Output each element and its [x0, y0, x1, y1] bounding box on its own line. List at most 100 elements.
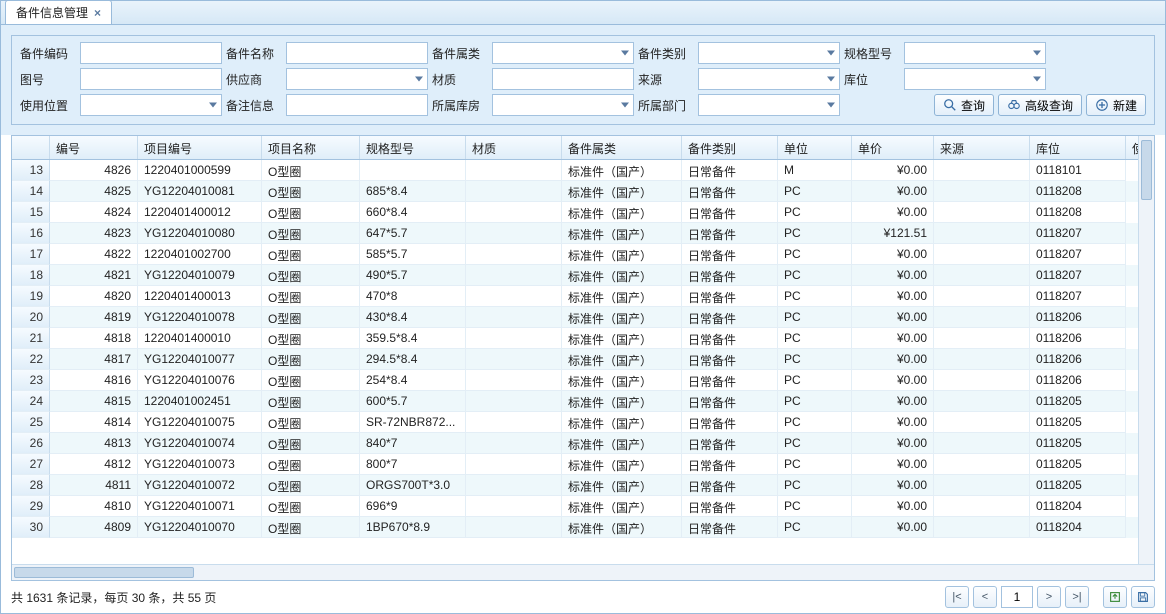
record-summary: 共 1631 条记录，每页 30 条，共 55 页	[11, 589, 216, 606]
cell: 0118101	[1030, 160, 1126, 181]
col-material[interactable]: 材质	[466, 136, 562, 159]
cell: 30	[12, 517, 50, 538]
page-prev-button[interactable]: <	[973, 586, 997, 608]
cell: O型圈	[262, 412, 360, 433]
cell: 359.5*8.4	[360, 328, 466, 349]
col-loc[interactable]: 库位	[1030, 136, 1126, 159]
vertical-scroll-thumb[interactable]	[1141, 140, 1152, 200]
horizontal-scroll-thumb[interactable]	[14, 567, 194, 578]
combo-supplier[interactable]	[286, 68, 428, 90]
input-remark[interactable]	[286, 94, 428, 116]
input-drawing[interactable]	[80, 68, 222, 90]
cell: 标准件（国产）	[562, 349, 682, 370]
horizontal-scrollbar[interactable]	[12, 564, 1154, 580]
cell	[466, 265, 562, 286]
combo-dept[interactable]	[698, 94, 840, 116]
cell: 日常备件	[682, 517, 778, 538]
cell: 日常备件	[682, 160, 778, 181]
table-row[interactable]: 234816YG12204010076O型圈254*8.4标准件（国产）日常备件…	[12, 370, 1154, 391]
col-source[interactable]: 来源	[934, 136, 1030, 159]
col-rownum[interactable]	[12, 136, 50, 159]
cell: 23	[12, 370, 50, 391]
input-name[interactable]	[286, 42, 428, 64]
col-attr[interactable]: 备件属类	[562, 136, 682, 159]
adv-search-button[interactable]: 高级查询	[998, 94, 1082, 116]
search-button[interactable]: 查询	[934, 94, 994, 116]
combo-loc[interactable]	[904, 68, 1046, 90]
cell: 0118204	[1030, 517, 1126, 538]
cell: 0118204	[1030, 496, 1126, 517]
cell: O型圈	[262, 202, 360, 223]
cell: ¥121.51	[852, 223, 934, 244]
table-row[interactable]: 294810YG12204010071O型圈696*9标准件（国产）日常备件PC…	[12, 496, 1154, 517]
table-row[interactable]: 2448151220401002451O型圈600*5.7标准件（国产）日常备件…	[12, 391, 1154, 412]
table-row[interactable]: 284811YG12204010072O型圈ORGS700T*3.0标准件（国产…	[12, 475, 1154, 496]
table-row[interactable]: 1348261220401000599O型圈标准件（国产）日常备件M¥0.000…	[12, 160, 1154, 181]
label-drawing: 图号	[20, 71, 76, 88]
cell: 4816	[50, 370, 138, 391]
cell	[934, 328, 1030, 349]
cell: 585*5.7	[360, 244, 466, 265]
cell	[466, 223, 562, 244]
close-icon[interactable]: ×	[94, 6, 101, 20]
cell: 26	[12, 433, 50, 454]
cell	[466, 160, 562, 181]
combo-attr[interactable]	[492, 42, 634, 64]
filter-row-2: 图号 供应商 材质 来源 库位	[20, 68, 1146, 90]
input-material[interactable]	[492, 68, 634, 90]
pager: |< < > >|	[945, 586, 1155, 608]
filter-panel: 备件编码 备件名称 备件属类 备件类别 规格型号 图号 供应商 材质 来源	[11, 35, 1155, 125]
cell: 4817	[50, 349, 138, 370]
col-cat[interactable]: 备件类别	[682, 136, 778, 159]
col-id[interactable]: 编号	[50, 136, 138, 159]
table-row[interactable]: 2148181220401400010O型圈359.5*8.4标准件（国产）日常…	[12, 328, 1154, 349]
vertical-scrollbar[interactable]	[1138, 136, 1154, 580]
cell: ¥0.00	[852, 286, 934, 307]
table-row[interactable]: 274812YG12204010073O型圈800*7标准件（国产）日常备件PC…	[12, 454, 1154, 475]
cell: 0118205	[1030, 412, 1126, 433]
save-icon	[1136, 590, 1150, 604]
table-row[interactable]: 204819YG12204010078O型圈430*8.4标准件（国产）日常备件…	[12, 307, 1154, 328]
cell: 4821	[50, 265, 138, 286]
table-row[interactable]: 304809YG12204010070O型圈1BP670*8.9标准件（国产）日…	[12, 517, 1154, 538]
table-row[interactable]: 1748221220401002700O型圈585*5.7标准件（国产）日常备件…	[12, 244, 1154, 265]
save-button[interactable]	[1131, 586, 1155, 608]
combo-source[interactable]	[698, 68, 840, 90]
page-next-button[interactable]: >	[1037, 586, 1061, 608]
table-row[interactable]: 224817YG12204010077O型圈294.5*8.4标准件（国产）日常…	[12, 349, 1154, 370]
table-row[interactable]: 1948201220401400013O型圈470*8标准件（国产）日常备件PC…	[12, 286, 1154, 307]
combo-spec[interactable]	[904, 42, 1046, 64]
tab-spare-parts[interactable]: 备件信息管理 ×	[5, 0, 112, 24]
cell	[934, 265, 1030, 286]
page-input[interactable]	[1001, 586, 1033, 608]
cell	[934, 391, 1030, 412]
cell: PC	[778, 286, 852, 307]
table-row[interactable]: 164823YG12204010080O型圈647*5.7标准件（国产）日常备件…	[12, 223, 1154, 244]
table-row[interactable]: 184821YG12204010079O型圈490*5.7标准件（国产）日常备件…	[12, 265, 1154, 286]
binoculars-icon	[1007, 98, 1021, 112]
export-button[interactable]	[1103, 586, 1127, 608]
combo-usepos[interactable]	[80, 94, 222, 116]
cell	[466, 496, 562, 517]
cell: 0118205	[1030, 433, 1126, 454]
page-last-button[interactable]: >|	[1065, 586, 1089, 608]
col-spec[interactable]: 规格型号	[360, 136, 466, 159]
col-price[interactable]: 单价	[852, 136, 934, 159]
combo-cat[interactable]	[698, 42, 840, 64]
combo-warehouse[interactable]	[492, 94, 634, 116]
cell: 标准件（国产）	[562, 370, 682, 391]
cell	[934, 517, 1030, 538]
page-first-button[interactable]: |<	[945, 586, 969, 608]
cell	[934, 454, 1030, 475]
col-unit[interactable]: 单位	[778, 136, 852, 159]
table-row[interactable]: 144825YG12204010081O型圈685*8.4标准件（国产）日常备件…	[12, 181, 1154, 202]
cell	[934, 223, 1030, 244]
table-row[interactable]: 254814YG12204010075O型圈SR-72NBR872...标准件（…	[12, 412, 1154, 433]
table-row[interactable]: 1548241220401400012O型圈660*8.4标准件（国产）日常备件…	[12, 202, 1154, 223]
table-row[interactable]: 264813YG12204010074O型圈840*7标准件（国产）日常备件PC…	[12, 433, 1154, 454]
col-name[interactable]: 项目名称	[262, 136, 360, 159]
input-code[interactable]	[80, 42, 222, 64]
col-proj[interactable]: 项目编号	[138, 136, 262, 159]
new-button[interactable]: 新建	[1086, 94, 1146, 116]
cell: O型圈	[262, 265, 360, 286]
